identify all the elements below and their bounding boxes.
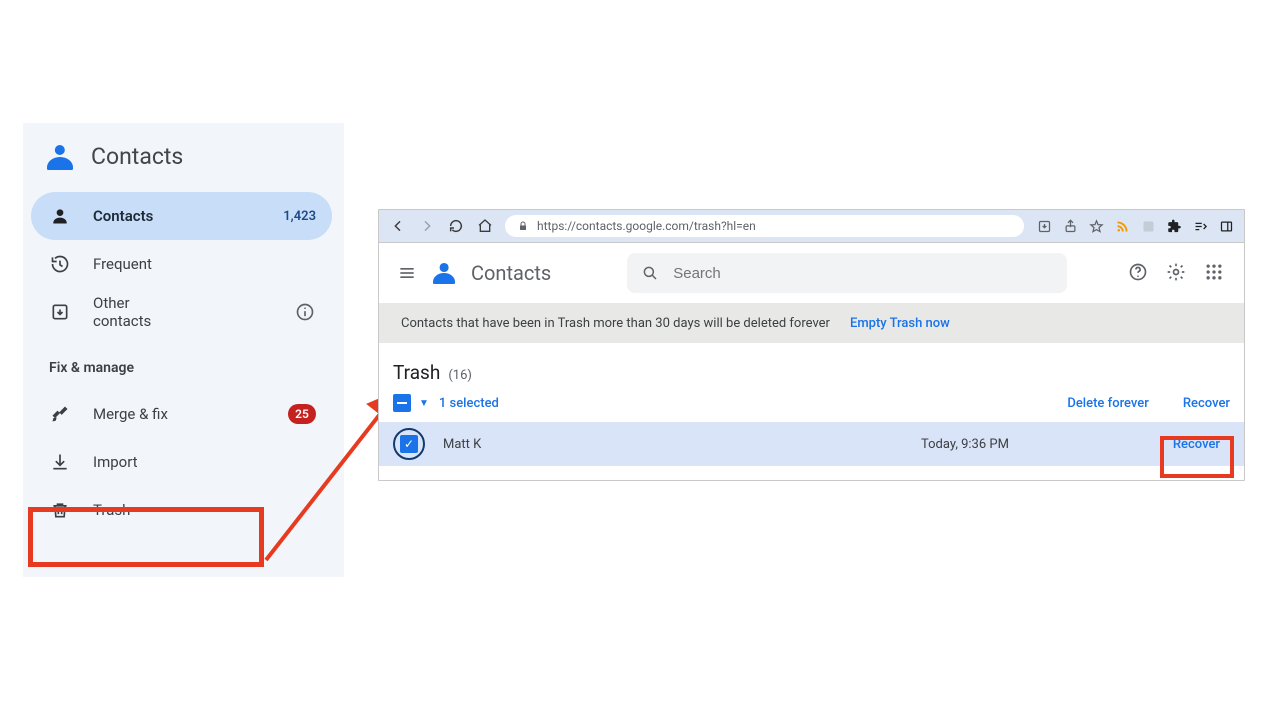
- extension-icon[interactable]: [1140, 218, 1156, 234]
- contacts-logo-icon: [433, 262, 455, 284]
- star-icon[interactable]: [1088, 218, 1104, 234]
- url-field[interactable]: https://contacts.google.com/trash?hl=en: [505, 215, 1024, 237]
- empty-trash-link[interactable]: Empty Trash now: [850, 316, 950, 331]
- help-icon[interactable]: [1128, 262, 1150, 284]
- app-title: Contacts: [471, 261, 551, 285]
- toolbar-right: [1036, 218, 1234, 234]
- menu-icon[interactable]: [397, 263, 417, 283]
- page-count: (16): [448, 368, 472, 383]
- search-input[interactable]: [671, 264, 1053, 283]
- person-icon: [49, 205, 71, 227]
- apps-grid-icon[interactable]: [1204, 262, 1226, 284]
- sidebar-item-other-contacts[interactable]: Other contacts: [31, 288, 332, 336]
- selected-count: 1 selected: [439, 396, 499, 411]
- rss-extension-icon[interactable]: [1114, 218, 1130, 234]
- app-brand: Contacts: [23, 133, 344, 192]
- download-icon: [49, 451, 71, 473]
- extensions-puzzle-icon[interactable]: [1166, 218, 1182, 234]
- sidebar-item-frequent[interactable]: Frequent: [31, 240, 332, 288]
- deleted-date: Today, 9:36 PM: [921, 437, 1145, 452]
- sidepanel-icon[interactable]: [1218, 218, 1234, 234]
- history-icon: [49, 253, 71, 275]
- sidebar-item-label: Merge & fix: [93, 405, 266, 423]
- search-icon: [641, 264, 659, 282]
- page-title: Trash: [393, 361, 440, 384]
- back-icon[interactable]: [389, 218, 406, 235]
- url-text: https://contacts.google.com/trash?hl=en: [537, 219, 756, 233]
- page-title-row: Trash (16): [379, 343, 1244, 390]
- contacts-logo-icon: [47, 144, 73, 170]
- sidebar-item-label: Contacts: [93, 207, 261, 225]
- reading-list-icon[interactable]: [1192, 218, 1208, 234]
- contacts-count: 1,423: [283, 209, 316, 224]
- app-header: Contacts: [379, 243, 1244, 303]
- forward-icon[interactable]: [418, 218, 435, 235]
- reload-icon[interactable]: [447, 218, 464, 235]
- merge-fix-badge: 25: [288, 404, 316, 424]
- notice-text: Contacts that have been in Trash more th…: [401, 316, 830, 331]
- sidebar-item-label: Import: [93, 453, 316, 471]
- settings-gear-icon[interactable]: [1166, 262, 1188, 284]
- tools-icon: [49, 403, 71, 425]
- checkmark-icon: ✓: [400, 435, 418, 453]
- sidebar-item-label: Other contacts: [93, 294, 172, 330]
- sidebar-item-label: Trash: [93, 501, 316, 519]
- section-title-fix-manage: Fix & manage: [23, 336, 344, 390]
- sidebar-item-import[interactable]: Import: [31, 438, 332, 486]
- select-all-checkbox[interactable]: [393, 394, 411, 412]
- select-caret-icon[interactable]: ▼: [419, 398, 429, 409]
- archive-icon: [49, 301, 71, 323]
- info-icon[interactable]: [294, 301, 316, 323]
- browser-window: https://contacts.google.com/trash?hl=en: [378, 209, 1245, 481]
- share-icon[interactable]: [1062, 218, 1078, 234]
- search-box[interactable]: [627, 253, 1067, 293]
- contact-name: Matt K: [443, 437, 863, 452]
- install-icon[interactable]: [1036, 218, 1052, 234]
- trash-contact-row[interactable]: ✓ Matt K Today, 9:36 PM Recover: [379, 422, 1244, 466]
- home-icon[interactable]: [476, 218, 493, 235]
- app-name: Contacts: [91, 143, 183, 170]
- trash-notice-bar: Contacts that have been in Trash more th…: [379, 303, 1244, 343]
- recover-button[interactable]: Recover: [1163, 431, 1230, 458]
- sidebar-item-contacts[interactable]: Contacts 1,423: [31, 192, 332, 240]
- sidebar-item-label: Frequent: [93, 255, 316, 273]
- trash-icon: [49, 499, 71, 521]
- sidebar-item-trash[interactable]: Trash: [31, 486, 332, 534]
- lock-icon: [517, 220, 529, 232]
- selection-row: ▼ 1 selected Delete forever Recover: [379, 390, 1244, 422]
- sidebar-item-merge-fix[interactable]: Merge & fix 25: [31, 390, 332, 438]
- browser-toolbar: https://contacts.google.com/trash?hl=en: [379, 210, 1244, 243]
- recover-all-button[interactable]: Recover: [1183, 396, 1230, 411]
- delete-forever-button[interactable]: Delete forever: [1067, 396, 1149, 411]
- row-checkbox[interactable]: ✓: [393, 428, 425, 460]
- sidebar: Contacts Contacts 1,423 Frequent: [23, 123, 344, 577]
